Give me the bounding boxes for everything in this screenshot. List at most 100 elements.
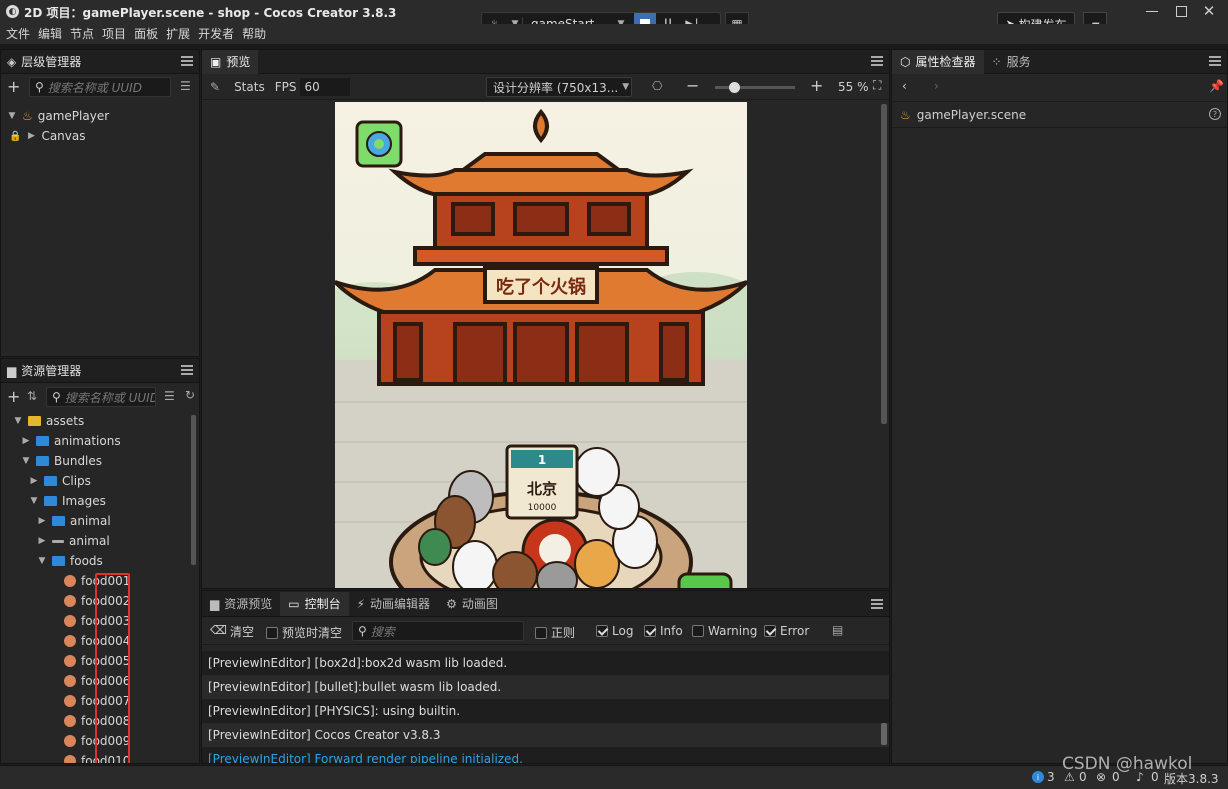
tab-asset-preview[interactable]: ▆ 资源预览 bbox=[202, 592, 280, 616]
info-checkbox[interactable]: Info bbox=[644, 624, 683, 638]
tree-row-canvas[interactable]: 🔒 ▶ Canvas bbox=[9, 126, 86, 146]
menu-developer[interactable]: 开发者 bbox=[194, 24, 238, 44]
search-placeholder: 搜索名称或 UUID bbox=[47, 80, 142, 95]
menu-bar: 文件 编辑 节点 项目 面板 扩展 开发者 帮助 bbox=[0, 24, 1228, 44]
asset-row[interactable]: ▶ animal bbox=[37, 511, 111, 531]
regex-checkbox[interactable]: 正则 bbox=[535, 624, 575, 641]
panel-menu-icon[interactable] bbox=[1209, 56, 1221, 66]
zoom-in-button[interactable]: + bbox=[810, 76, 823, 95]
assets-search-input[interactable]: ⚲ 搜索名称或 UUID bbox=[46, 387, 156, 407]
asset-row[interactable]: ▶ animal bbox=[37, 531, 110, 551]
filter-icon[interactable]: ☰ bbox=[164, 389, 175, 403]
console-scrollbar[interactable] bbox=[881, 723, 887, 745]
asset-row[interactable]: ▶ Clips bbox=[29, 471, 91, 491]
zoom-out-button[interactable]: − bbox=[686, 76, 699, 95]
search-icon: ⚲ bbox=[52, 390, 61, 404]
help-icon[interactable]: ? bbox=[1209, 108, 1221, 120]
console-search-input[interactable]: ⚲ 搜索 bbox=[352, 621, 524, 641]
edit-icon[interactable]: ✎ bbox=[210, 80, 220, 94]
temple-sign: 吃了个火锅 bbox=[496, 276, 586, 298]
tab-animation-editor[interactable]: ⚡ 动画编辑器 bbox=[349, 592, 438, 616]
back-icon[interactable]: ‹ bbox=[902, 79, 907, 93]
bell-icon[interactable]: ♪ bbox=[1136, 770, 1144, 784]
assets-toolbar: + ⇅ ⚲ 搜索名称或 UUID ☰ ↻ bbox=[1, 383, 199, 411]
console-line: [PreviewInEditor] [PHYSICS]: using built… bbox=[202, 699, 889, 723]
close-button[interactable]: ✕ bbox=[1201, 2, 1217, 20]
warning-icon[interactable]: ⚠ bbox=[1064, 770, 1075, 784]
zoom-level: 55 % bbox=[838, 80, 869, 94]
error-icon[interactable]: ⊗ bbox=[1096, 770, 1106, 784]
tree-row-gameplayer[interactable]: ▼ ♨ gamePlayer bbox=[7, 106, 110, 126]
game-canvas[interactable]: 吃了个火锅 1 北京 10000 bbox=[335, 102, 747, 588]
resolution-select[interactable]: 设计分辨率 (750x13... ▼ bbox=[486, 77, 632, 97]
inspector-header: ⬡ 属性检查器 ⁘ 服务 bbox=[892, 49, 1227, 74]
rotate-icon[interactable]: ⎔ bbox=[652, 79, 662, 93]
refresh-icon[interactable]: ↻ bbox=[185, 388, 195, 402]
game-scene: 吃了个火锅 1 北京 10000 bbox=[335, 108, 747, 588]
log-checkbox[interactable]: Log bbox=[596, 624, 633, 638]
info-icon[interactable]: i bbox=[1032, 771, 1044, 783]
title-bar: ◐ 2D 项目：gamePlayer.scene - shop - Cocos … bbox=[0, 0, 1228, 36]
panel-menu-icon[interactable] bbox=[181, 56, 193, 66]
warning-checkbox[interactable]: Warning bbox=[692, 624, 757, 638]
asset-row[interactable]: ▼ assets bbox=[13, 411, 85, 431]
menu-edit[interactable]: 编辑 bbox=[34, 24, 66, 44]
collapse-icon[interactable]: ☰ bbox=[180, 79, 191, 93]
asset-row[interactable]: ▼ Bundles bbox=[21, 451, 103, 471]
asset-label: Clips bbox=[62, 474, 91, 488]
minimize-button[interactable] bbox=[1146, 11, 1158, 12]
tab-label: 动画图 bbox=[461, 597, 498, 611]
stats-toggle[interactable]: Stats bbox=[234, 80, 265, 94]
run-icon: ⚡ bbox=[356, 596, 366, 611]
fps-label: FPS bbox=[274, 79, 297, 94]
asset-row[interactable]: ▼ Images bbox=[29, 491, 106, 511]
add-node-button[interactable]: + bbox=[7, 77, 20, 96]
folder-icon bbox=[44, 476, 57, 486]
clear-button[interactable]: ⌫ 清空 bbox=[210, 623, 254, 640]
asset-label: foods bbox=[70, 554, 103, 568]
tab-services[interactable]: ⁘ 服务 bbox=[984, 50, 1039, 74]
fps-input[interactable]: 60 bbox=[300, 77, 351, 96]
menu-panel[interactable]: 面板 bbox=[130, 24, 162, 44]
console-line: [PreviewInEditor] Forward render pipelin… bbox=[202, 747, 889, 763]
search-placeholder: 搜索名称或 UUID bbox=[64, 390, 156, 405]
error-checkbox[interactable]: Error bbox=[764, 624, 809, 638]
tab-animation-graph[interactable]: ⚙ 动画图 bbox=[438, 592, 506, 616]
tab-preview[interactable]: ▣ 预览 bbox=[202, 50, 259, 74]
menu-project[interactable]: 项目 bbox=[98, 24, 130, 44]
preview-clear-checkbox[interactable]: 预览时清空 bbox=[266, 624, 342, 641]
preview-scrollbar[interactable] bbox=[881, 104, 887, 424]
img-icon bbox=[64, 715, 76, 727]
pin-icon[interactable]: 📌 bbox=[1209, 79, 1224, 93]
panel-menu-icon[interactable] bbox=[181, 365, 193, 375]
menu-node[interactable]: 节点 bbox=[66, 24, 98, 44]
sort-icon[interactable]: ⇅ bbox=[27, 389, 37, 403]
asset-label: assets bbox=[46, 414, 85, 428]
scrollbar[interactable] bbox=[191, 415, 196, 565]
menu-extension[interactable]: 扩展 bbox=[162, 24, 194, 44]
menu-file[interactable]: 文件 bbox=[2, 24, 34, 44]
tab-console[interactable]: ▭ 控制台 bbox=[280, 591, 349, 616]
lock-icon: 🔒 bbox=[9, 130, 22, 142]
asset-row[interactable]: ▶ animations bbox=[21, 431, 121, 451]
console-line: [PreviewInEditor] Cocos Creator v3.8.3 bbox=[202, 723, 889, 747]
panel-menu-icon[interactable] bbox=[871, 56, 883, 66]
status-bar: CSDN @hawkol i 3 ⚠ 0 ⊗ 0 ♪ 0 版本3.8.3 bbox=[0, 754, 1228, 789]
card-city: 北京 bbox=[527, 480, 557, 498]
chevron-down-icon: ▼ bbox=[30, 496, 38, 506]
tab-inspector[interactable]: ⬡ 属性检查器 bbox=[892, 49, 984, 74]
version-label: 版本3.8.3 bbox=[1164, 772, 1219, 786]
menu-help[interactable]: 帮助 bbox=[238, 24, 270, 44]
asset-row[interactable]: ▼ foods bbox=[37, 551, 103, 571]
add-asset-button[interactable]: + bbox=[7, 387, 20, 406]
log-file-icon[interactable]: ▤ bbox=[832, 623, 843, 637]
hierarchy-search-input[interactable]: ⚲ 搜索名称或 UUID bbox=[29, 77, 171, 97]
folder-open-icon bbox=[36, 456, 49, 466]
app-logo-icon: ◐ bbox=[6, 5, 19, 18]
maximize-button[interactable] bbox=[1176, 6, 1187, 17]
zoom-slider[interactable] bbox=[715, 82, 795, 93]
forward-icon[interactable]: › bbox=[934, 79, 939, 93]
panel-menu-icon[interactable] bbox=[871, 599, 883, 609]
fit-icon[interactable]: ⛶ bbox=[873, 78, 881, 93]
spine-icon bbox=[52, 539, 64, 543]
